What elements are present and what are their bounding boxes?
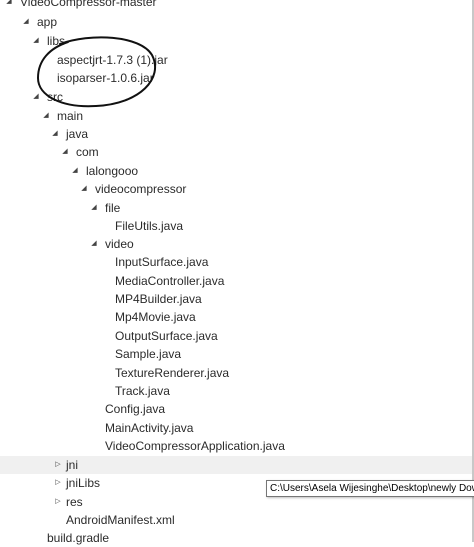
triangle-right-icon[interactable]: ▷ — [53, 456, 63, 474]
tree-item-com[interactable]: ◢ com — [0, 143, 474, 161]
triangle-down-icon[interactable]: ◢ — [50, 125, 60, 143]
triangle-down-icon[interactable]: ◢ — [41, 107, 51, 125]
triangle-down-icon[interactable]: ◢ — [31, 32, 41, 50]
triangle-down-icon[interactable]: ◢ — [89, 235, 99, 253]
triangle-down-icon[interactable]: ◢ — [60, 143, 70, 161]
tree-item-sample-java[interactable]: Sample.java — [0, 345, 474, 363]
triangle-down-icon[interactable]: ◢ — [21, 13, 31, 31]
project-tree: ◢ VideoCompressor-master ◢ app ◢ libs as… — [0, 0, 474, 545]
tree-item-texturerenderer-java[interactable]: TextureRenderer.java — [0, 364, 474, 382]
tree-item-app[interactable]: ◢ app — [0, 13, 474, 31]
tree-item-src[interactable]: ◢ src — [0, 88, 474, 106]
triangle-down-icon[interactable]: ◢ — [31, 88, 41, 106]
path-tooltip: C:\Users\Asela Wijesinghe\Desktop\newly … — [266, 480, 474, 497]
tree-item-inputsurface-java[interactable]: InputSurface.java — [0, 253, 474, 271]
tree-item-track-java[interactable]: Track.java — [0, 382, 474, 400]
tree-item-main[interactable]: ◢ main — [0, 107, 474, 125]
tree-item-jni[interactable]: ▷ jni — [0, 456, 474, 474]
tree-item-isoparser-jar[interactable]: isoparser-1.0.6.jar — [0, 69, 474, 87]
tree-item-androidmanifest-xml[interactable]: AndroidManifest.xml — [0, 511, 474, 529]
tree-item-libs[interactable]: ◢ libs — [0, 32, 474, 50]
tree-item-build-gradle[interactable]: build.gradle — [0, 529, 474, 547]
tree-item-config-java[interactable]: Config.java — [0, 400, 474, 418]
tree-item-videocompressor[interactable]: ◢ videocompressor — [0, 180, 474, 198]
tree-item-fileutils-java[interactable]: FileUtils.java — [0, 217, 474, 235]
tree-item-file[interactable]: ◢ file — [0, 199, 474, 217]
triangle-right-icon[interactable]: ▷ — [53, 474, 63, 492]
tree-item-java[interactable]: ◢ java — [0, 125, 474, 143]
tree-item-video[interactable]: ◢ video — [0, 235, 474, 253]
triangle-down-icon[interactable]: ◢ — [79, 180, 89, 198]
triangle-right-icon[interactable]: ▷ — [53, 493, 63, 511]
tree-item-mainactivity-java[interactable]: MainActivity.java — [0, 419, 474, 437]
tree-item-outputsurface-java[interactable]: OutputSurface.java — [0, 327, 474, 345]
triangle-down-icon[interactable]: ◢ — [4, 0, 14, 11]
tree-item-mediacontroller-java[interactable]: MediaController.java — [0, 272, 474, 290]
tree-item-mp4movie-java[interactable]: Mp4Movie.java — [0, 308, 474, 326]
tree-item-videocompressor-master[interactable]: ◢ VideoCompressor-master — [0, 0, 474, 11]
tree-item-mp4builder-java[interactable]: MP4Builder.java — [0, 290, 474, 308]
triangle-down-icon[interactable]: ◢ — [70, 162, 80, 180]
tree-item-lalongooo[interactable]: ◢ lalongooo — [0, 162, 474, 180]
triangle-down-icon[interactable]: ◢ — [89, 199, 99, 217]
tree-item-videocompressorapplication-java[interactable]: VideoCompressorApplication.java — [0, 437, 474, 455]
tree-item-aspectjrt-jar[interactable]: aspectjrt-1.7.3 (1).jar — [0, 51, 474, 69]
